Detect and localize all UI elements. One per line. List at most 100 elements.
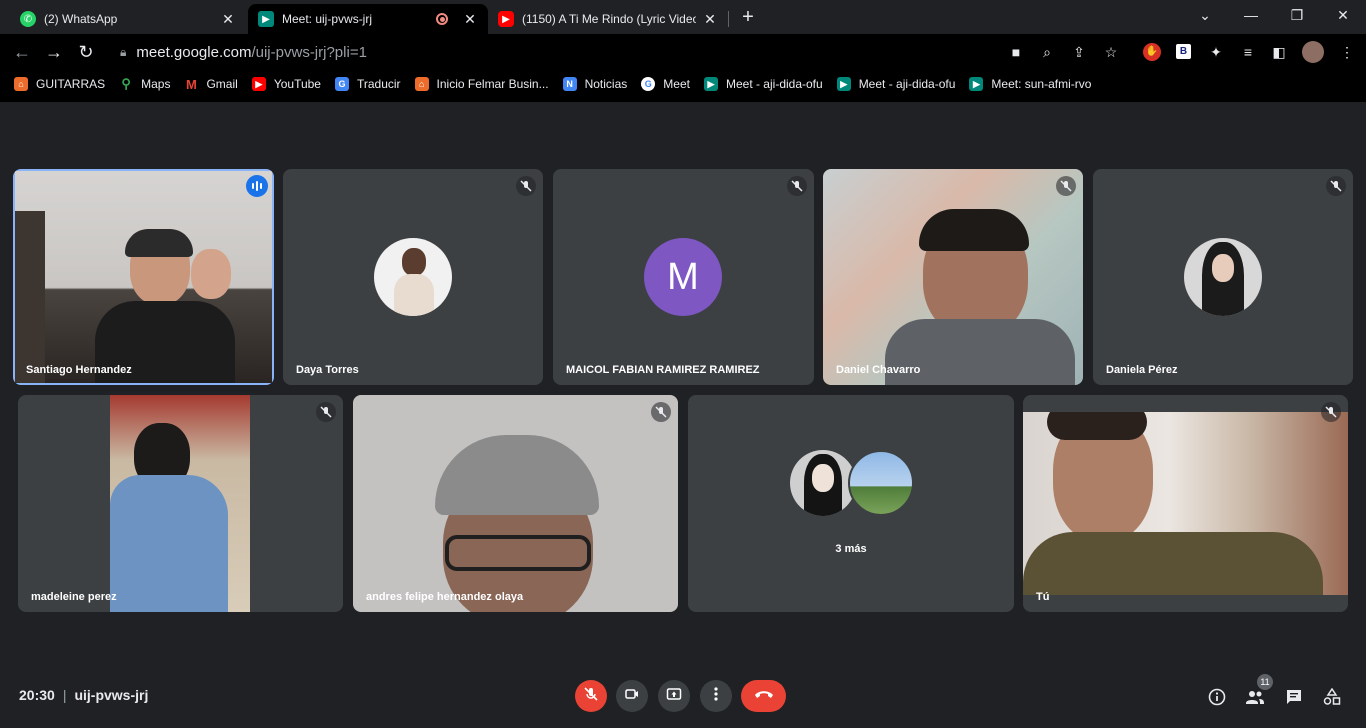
more-vert-icon: [708, 686, 724, 707]
bookmark-label: Meet: sun-afmi-rvo: [991, 77, 1092, 91]
body-shape: [394, 274, 434, 316]
present-to-all-icon: [666, 686, 682, 707]
tab-title: (2) WhatsApp: [44, 12, 118, 26]
bookmark-item[interactable]: G Meet: [641, 77, 690, 91]
bitwarden-extension-icon[interactable]: B: [1176, 44, 1191, 59]
bookmark-label: Meet: [663, 77, 690, 91]
participant-count-badge: 11: [1257, 674, 1273, 690]
hand-extension-icon[interactable]: ✋: [1143, 43, 1161, 61]
speaking-indicator-icon: [246, 175, 268, 197]
participant-tile[interactable]: Daya Torres: [283, 169, 543, 385]
extensions-puzzle-icon[interactable]: ✦: [1207, 43, 1225, 61]
folder-icon: ⌂: [14, 77, 28, 91]
participant-name: Tú: [1036, 591, 1050, 603]
meet-icon: ▶: [258, 11, 274, 27]
browser-chrome: ✆ (2) WhatsApp ✕ ▶ Meet: uij-pvws-jrj ✕ …: [0, 0, 1366, 102]
bookmark-item[interactable]: ⌂ Inicio Felmar Busin...: [414, 77, 549, 91]
profile-avatar[interactable]: [1302, 41, 1324, 63]
bookmark-label: Noticias: [584, 77, 628, 91]
more-options-button[interactable]: [700, 680, 732, 712]
forward-icon[interactable]: →: [42, 40, 66, 64]
meeting-code: uij-pvws-jrj: [74, 687, 149, 703]
bookmark-item[interactable]: ▶ Meet - aji-dida-ofu: [836, 77, 955, 91]
bookmark-star-icon[interactable]: ☆: [1102, 43, 1120, 61]
others-tile[interactable]: 3 más: [688, 395, 1014, 612]
reload-icon[interactable]: ↻: [74, 40, 98, 64]
back-icon[interactable]: ←: [10, 40, 34, 64]
mic-off-icon: [316, 402, 336, 422]
mic-off-icon: [583, 686, 599, 707]
new-tab-button[interactable]: +: [738, 6, 758, 28]
bookmark-label: Meet - aji-dida-ofu: [725, 77, 823, 91]
tab-search-icon[interactable]: ⌄: [1182, 4, 1228, 26]
hair-shape: [1047, 412, 1147, 440]
meeting-info: 20:30 | uij-pvws-jrj: [19, 687, 148, 703]
folder-icon: ⌂: [414, 77, 429, 91]
participant-video: [353, 395, 678, 612]
more-participants-label: 3 más: [835, 543, 867, 555]
bookmark-item[interactable]: N Noticias: [562, 77, 628, 91]
participant-avatar: M: [644, 238, 722, 316]
participant-video: [15, 171, 272, 383]
participant-tile[interactable]: Santiago Hernandez: [13, 169, 274, 385]
zoom-icon[interactable]: ⌕: [1038, 43, 1056, 61]
camera-toggle-button[interactable]: [616, 680, 648, 712]
participant-name: Daniel Chavarro: [836, 364, 921, 376]
activities-icon[interactable]: [1321, 686, 1343, 708]
more-vert-icon[interactable]: ⋮: [1338, 43, 1356, 61]
participant-video: [823, 169, 1083, 385]
tab-youtube[interactable]: ▶ (1150) A Ti Me Rindo (Lyric Video ✕: [488, 4, 728, 34]
bookmark-item[interactable]: ▶ Meet - aji-dida-ofu: [703, 77, 823, 91]
bookmark-item[interactable]: ⌂ GUITARRAS: [14, 77, 105, 91]
bookmark-label: Maps: [141, 77, 171, 91]
share-icon[interactable]: ⇪: [1070, 43, 1088, 61]
meet-icon: ▶: [703, 77, 718, 91]
participant-tile[interactable]: Daniela Pérez: [1093, 169, 1353, 385]
participant-avatar: [790, 450, 856, 516]
meeting-time: 20:30: [19, 687, 55, 703]
mic-off-icon: [1056, 176, 1076, 196]
leave-call-button[interactable]: [741, 680, 786, 712]
bookmark-item[interactable]: ⚲ Maps: [119, 76, 171, 91]
close-icon[interactable]: ✕: [702, 11, 718, 28]
mic-toggle-button[interactable]: [575, 680, 607, 712]
minimize-button[interactable]: —: [1228, 4, 1274, 26]
participant-name: andres felipe hernandez olaya: [366, 591, 524, 603]
side-panel-icon[interactable]: ◧: [1270, 43, 1288, 61]
participant-tile[interactable]: andres felipe hernandez olaya: [353, 395, 678, 612]
url-path: /uij-pvws-jrj?pli=1: [251, 43, 367, 61]
present-screen-button[interactable]: [658, 680, 690, 712]
participant-name: Santiago Hernandez: [26, 364, 132, 376]
bookmark-item[interactable]: ▶ Meet: sun-afmi-rvo: [969, 77, 1091, 91]
address-bar[interactable]: 🔒︎ meet.google.com/uij-pvws-jrj?pli=1: [110, 37, 1134, 67]
participant-name: Daya Torres: [296, 364, 359, 376]
tab-meet[interactable]: ▶ Meet: uij-pvws-jrj ✕: [248, 4, 488, 34]
bookmarks-bar: ⌂ GUITARRAS ⚲ Maps M Gmail ▶ YouTube G Traduc…: [0, 72, 1366, 96]
participant-avatar: [1184, 238, 1262, 316]
participant-tile[interactable]: M MAICOL FABIAN RAMIREZ RAMIREZ: [553, 169, 814, 385]
hoodie-shape: [110, 475, 228, 612]
maximize-button[interactable]: ❐: [1274, 4, 1320, 26]
youtube-icon: ▶: [498, 11, 514, 27]
self-tile[interactable]: Tú: [1023, 395, 1348, 612]
youtube-icon: ▶: [251, 77, 266, 91]
tab-whatsapp[interactable]: ✆ (2) WhatsApp ✕: [10, 4, 246, 34]
camera-in-use-icon[interactable]: ■: [1007, 43, 1025, 61]
bookmark-item[interactable]: M Gmail: [184, 77, 238, 92]
participant-tile[interactable]: madeleine perez: [18, 395, 343, 612]
hair-shape: [919, 209, 1029, 251]
lock-icon[interactable]: 🔒︎: [120, 45, 126, 60]
meet-icon: ▶: [836, 77, 851, 91]
close-window-button[interactable]: ✕: [1320, 4, 1366, 26]
chat-icon[interactable]: [1283, 686, 1305, 708]
close-icon[interactable]: ✕: [220, 11, 236, 28]
media-control-icon[interactable]: ≡: [1239, 43, 1257, 61]
cap-shape: [435, 435, 599, 515]
cap-shape: [125, 229, 193, 257]
close-icon[interactable]: ✕: [462, 11, 478, 28]
bookmark-item[interactable]: G Traducir: [334, 77, 401, 91]
participant-tile[interactable]: Daniel Chavarro: [823, 169, 1083, 385]
meeting-details-icon[interactable]: [1206, 686, 1228, 708]
bookmark-item[interactable]: ▶ YouTube: [251, 77, 321, 91]
meeting-controls-bar: 20:30 | uij-pvws-jrj 11: [0, 670, 1366, 728]
